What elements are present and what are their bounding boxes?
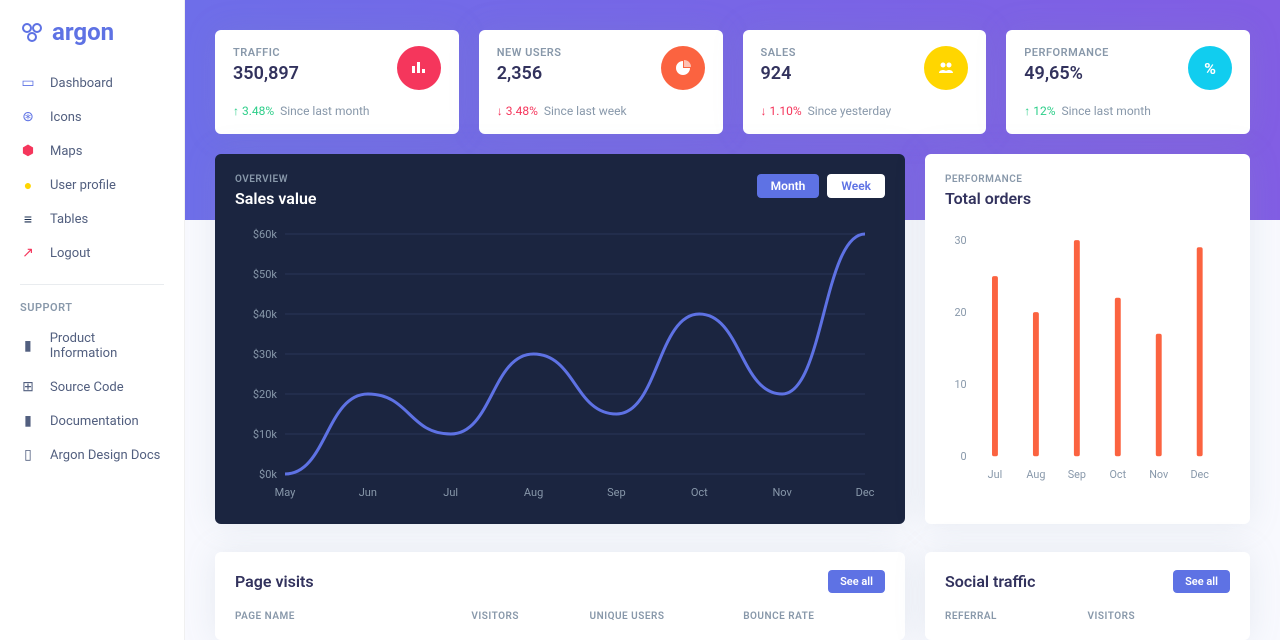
brand-name: argon: [52, 18, 114, 46]
nav-design-docs[interactable]: ▯Argon Design Docs: [0, 438, 184, 472]
nav-icons[interactable]: ⊛Icons: [0, 100, 184, 134]
svg-text:May: May: [275, 486, 297, 499]
svg-text:$50k: $50k: [253, 268, 278, 281]
arrow-up-icon: ↑ 12%: [1024, 104, 1055, 118]
stat-traffic: TRAFFIC 350,897 ↑ 3.48% Since last month: [215, 30, 459, 134]
orders-chart-card: PERFORMANCE Total orders 0102030JulAugSe…: [925, 154, 1250, 524]
stat-sales: SALES 924 ↓ 1.10% Since yesterday: [743, 30, 987, 134]
stats-row: TRAFFIC 350,897 ↑ 3.48% Since last month…: [215, 30, 1250, 134]
atom-icon: ⊛: [20, 109, 36, 125]
nav-source-code[interactable]: ⊞Source Code: [0, 370, 184, 404]
nav-tables[interactable]: ≡Tables: [0, 202, 184, 236]
svg-text:30: 30: [954, 234, 966, 247]
svg-text:Nov: Nov: [772, 486, 792, 499]
doc-icon: ▮: [20, 413, 36, 429]
svg-text:Jul: Jul: [988, 468, 1003, 481]
code-icon: ⊞: [20, 379, 36, 395]
svg-text:Jun: Jun: [359, 486, 377, 499]
tv-icon: ▭: [20, 75, 36, 91]
svg-text:0: 0: [961, 450, 967, 463]
see-all-page-visits[interactable]: See all: [828, 570, 885, 593]
svg-text:20: 20: [954, 306, 966, 319]
nav-maps[interactable]: ⬢Maps: [0, 134, 184, 168]
chart-pie-icon: [661, 46, 705, 90]
brand-logo[interactable]: argon: [0, 18, 184, 46]
arrow-up-icon: ↑ 3.48%: [233, 104, 274, 118]
nav-product-info[interactable]: ▮Product Information: [0, 322, 184, 370]
nav-logout[interactable]: ↗Logout: [0, 236, 184, 270]
nav-divider: [20, 284, 164, 285]
stat-performance: PERFORMANCE 49,65% % ↑ 12% Since last mo…: [1006, 30, 1250, 134]
svg-text:Sep: Sep: [607, 486, 626, 499]
arrow-down-icon: ↓ 1.10%: [761, 104, 802, 118]
svg-text:$60k: $60k: [253, 228, 278, 241]
nav-documentation[interactable]: ▮Documentation: [0, 404, 184, 438]
sidebar: argon ▭Dashboard ⊛Icons ⬢Maps ●User prof…: [0, 0, 185, 640]
svg-text:Dec: Dec: [856, 486, 875, 499]
pin-icon: ⬢: [20, 143, 36, 159]
svg-text:$10k: $10k: [253, 428, 278, 441]
svg-text:Jul: Jul: [443, 486, 458, 499]
chart-toggle: Month Week: [757, 174, 885, 198]
svg-text:$30k: $30k: [253, 348, 278, 361]
percent-icon: %: [1188, 46, 1232, 90]
svg-text:Dec: Dec: [1190, 468, 1209, 481]
social-columns: REFERRAL VISITORS: [945, 611, 1230, 622]
social-traffic-card: Social traffic See all REFERRAL VISITORS: [925, 552, 1250, 640]
run-icon: ↗: [20, 245, 36, 261]
user-icon: ●: [20, 177, 36, 193]
svg-text:10: 10: [954, 378, 966, 391]
users-icon: [924, 46, 968, 90]
nav-user-profile[interactable]: ●User profile: [0, 168, 184, 202]
nav-support: ▮Product Information ⊞Source Code ▮Docum…: [0, 322, 184, 472]
book-icon: ▮: [20, 338, 36, 354]
stat-title: TRAFFIC: [233, 46, 299, 59]
list-icon: ≡: [20, 211, 36, 227]
main-content: TRAFFIC 350,897 ↑ 3.48% Since last month…: [185, 0, 1280, 640]
page-visits-columns: PAGE NAME VISITORS UNIQUE USERS BOUNCE R…: [235, 611, 885, 622]
stat-new-users: NEW USERS 2,356 ↓ 3.48% Since last week: [479, 30, 723, 134]
see-all-social[interactable]: See all: [1173, 570, 1230, 593]
sales-line-chart: $0k $10k $20k $30k $40k $50k $60k May Jun Jul Aug S…: [235, 224, 885, 504]
svg-text:Nov: Nov: [1149, 468, 1169, 481]
toggle-month[interactable]: Month: [757, 174, 820, 198]
arrow-down-icon: ↓ 3.48%: [497, 104, 538, 118]
sales-chart-card: OVERVIEW Sales value Month Week $0k$10k$…: [215, 154, 905, 524]
svg-text:$0k: $0k: [259, 468, 277, 481]
orders-bar-chart: 0 10 20 30 Jul Aug Sep Oct Nov Dec: [945, 228, 1230, 488]
stat-delta: ↑ 3.48% Since last month: [233, 104, 441, 118]
nav-main: ▭Dashboard ⊛Icons ⬢Maps ●User profile ≡T…: [0, 66, 184, 270]
logo-icon: [20, 20, 44, 44]
chart-bar-icon: [397, 46, 441, 90]
svg-text:Oct: Oct: [691, 486, 708, 499]
toggle-week[interactable]: Week: [827, 174, 885, 198]
page-visits-card: Page visits See all PAGE NAME VISITORS U…: [215, 552, 905, 640]
svg-text:$20k: $20k: [253, 388, 278, 401]
nav-support-heading: SUPPORT: [0, 293, 184, 322]
nav-dashboard[interactable]: ▭Dashboard: [0, 66, 184, 100]
svg-text:Aug: Aug: [1026, 468, 1045, 481]
svg-text:$40k: $40k: [253, 308, 278, 321]
stat-value: 350,897: [233, 63, 299, 84]
design-icon: ▯: [20, 447, 36, 463]
svg-text:Aug: Aug: [524, 486, 543, 499]
svg-text:Oct: Oct: [1109, 468, 1126, 481]
svg-text:Sep: Sep: [1068, 468, 1086, 481]
